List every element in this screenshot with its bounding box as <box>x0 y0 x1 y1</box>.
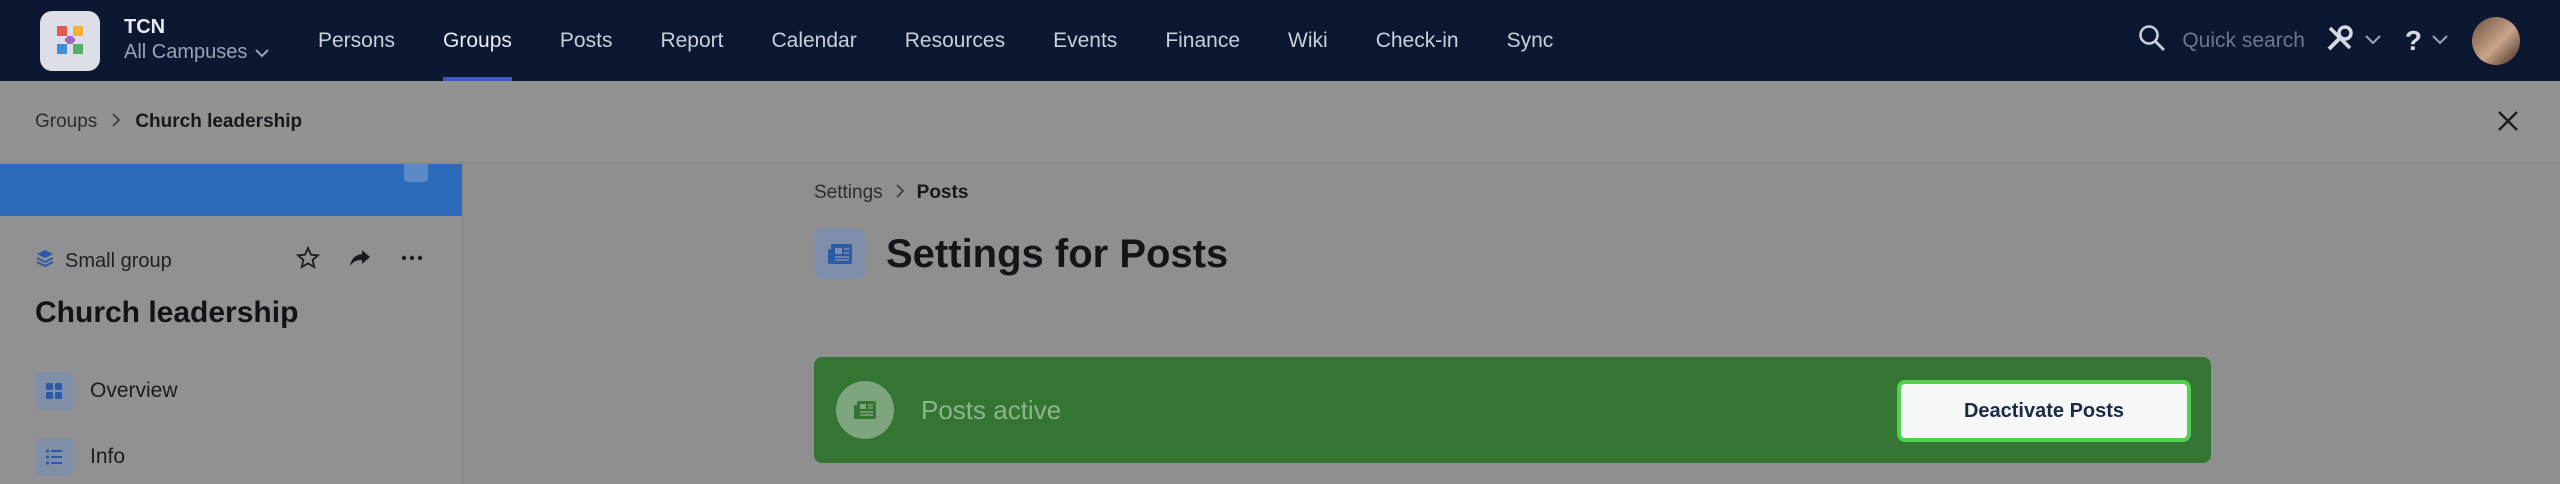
sidebar-item-overview[interactable]: Overview <box>35 372 178 410</box>
quick-search-placeholder: Quick search <box>2182 28 2305 52</box>
nav-events[interactable]: Events <box>1029 0 1141 81</box>
newspaper-icon <box>814 228 866 280</box>
settings-breadcrumb: Settings Posts <box>814 182 968 204</box>
posts-status-card: Posts active Deactivate Posts <box>814 357 2211 463</box>
campus-selector[interactable]: All Campuses <box>124 39 270 65</box>
quick-search[interactable]: Quick search <box>2138 24 2305 58</box>
nav-finance[interactable]: Finance <box>1141 0 1264 81</box>
chevron-down-icon <box>255 39 270 65</box>
church-logo[interactable] <box>40 11 100 71</box>
search-icon <box>2138 24 2166 58</box>
nav-check-in[interactable]: Check-in <box>1352 0 1483 81</box>
breadcrumb-current: Posts <box>916 182 969 203</box>
page-title: Settings for Posts <box>886 231 1229 276</box>
header-tools: Quick search ? <box>2138 0 2560 81</box>
nav-posts[interactable]: Posts <box>536 0 637 81</box>
status-text: Posts active <box>921 395 1062 425</box>
user-avatar[interactable] <box>2472 16 2520 65</box>
grid-icon <box>35 372 73 410</box>
group-type-label: Small group <box>65 249 172 272</box>
org-name: TCN <box>124 16 166 38</box>
nav-report[interactable]: Report <box>636 0 747 81</box>
more-icon[interactable] <box>400 246 424 275</box>
close-icon[interactable] <box>2496 109 2520 139</box>
org-switcher[interactable]: TCN All Campuses <box>124 15 270 65</box>
campus-label: All Campuses <box>124 41 248 63</box>
admin-tools-menu[interactable] <box>2325 23 2381 58</box>
help-icon: ? <box>2404 24 2422 56</box>
breadcrumb-groups[interactable]: Groups <box>35 111 97 133</box>
chevron-down-icon <box>2432 32 2448 50</box>
nav-calendar[interactable]: Calendar <box>747 0 880 81</box>
breadcrumb-settings[interactable]: Settings <box>814 182 883 204</box>
main-nav: Persons Groups Posts Report Calendar Res… <box>294 0 1577 81</box>
sidebar-item-label: Info <box>90 445 126 468</box>
group-banner <box>0 164 462 216</box>
group-type: Small group <box>35 248 172 274</box>
tools-icon <box>2325 23 2355 58</box>
layers-icon <box>35 248 55 274</box>
help-menu[interactable]: ? <box>2405 25 2448 57</box>
nav-persons[interactable]: Persons <box>294 0 419 81</box>
banner-avatar <box>404 164 428 182</box>
top-navigation-bar: TCN All Campuses Persons Groups Posts Re… <box>0 0 2560 81</box>
page-header: Settings for Posts <box>814 228 1228 280</box>
nav-wiki[interactable]: Wiki <box>1264 0 1352 81</box>
group-sidebar: Small group Church leadership Overview I… <box>0 164 463 484</box>
newspaper-icon <box>836 381 894 439</box>
group-title: Church leadership <box>35 296 299 329</box>
deactivate-posts-button[interactable]: Deactivate Posts <box>1897 380 2191 442</box>
star-icon[interactable] <box>295 245 321 275</box>
chevron-right-icon <box>111 111 121 133</box>
group-actions <box>295 245 424 275</box>
nav-groups[interactable]: Groups <box>419 0 536 81</box>
nav-sync[interactable]: Sync <box>1483 0 1578 81</box>
main-content: Settings Posts Settings for Posts Posts … <box>464 164 2560 484</box>
breadcrumb-current: Church leadership <box>135 110 303 132</box>
sidebar-item-info[interactable]: Info <box>35 438 125 476</box>
breadcrumb: Groups Church leadership <box>0 81 2560 163</box>
sidebar-item-label: Overview <box>90 379 178 402</box>
share-icon[interactable] <box>348 246 372 275</box>
list-icon <box>35 438 73 476</box>
chevron-right-icon <box>895 182 905 204</box>
chevron-down-icon <box>2365 32 2381 50</box>
nav-resources[interactable]: Resources <box>881 0 1029 81</box>
